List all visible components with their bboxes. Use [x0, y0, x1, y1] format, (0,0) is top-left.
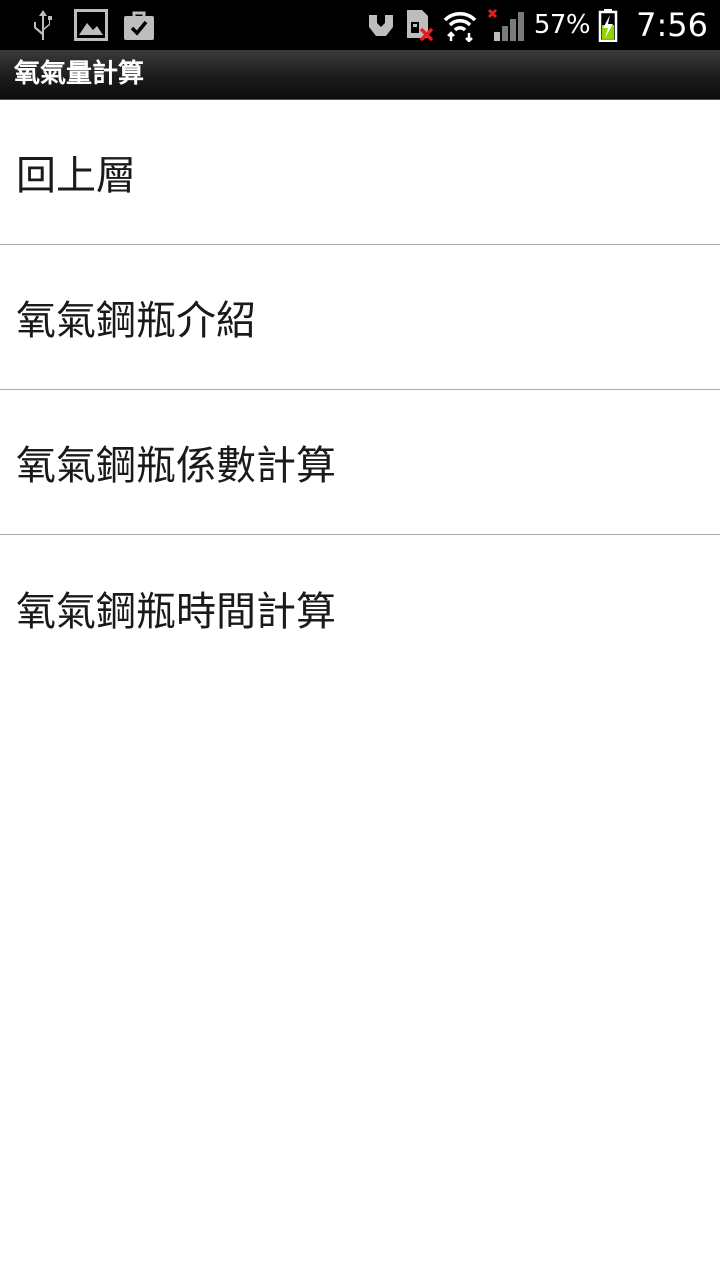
image-icon	[74, 8, 108, 42]
menu-item-cylinder-intro[interactable]: 氧氣鋼瓶介紹	[0, 245, 720, 390]
shopping-bag-check-icon	[122, 8, 156, 42]
battery-percent: 57%	[533, 10, 591, 40]
system-icons: 57% 7:56	[366, 0, 708, 50]
battery-charging-icon	[598, 8, 618, 42]
notification-icons	[26, 6, 156, 44]
usb-icon	[26, 8, 60, 42]
menu-item-back[interactable]: 回上層	[0, 100, 720, 245]
menu-list: 回上層 氧氣鋼瓶介紹 氧氣鋼瓶係數計算 氧氣鋼瓶時間計算	[0, 100, 720, 680]
menu-item-cylinder-factor-calc[interactable]: 氧氣鋼瓶係數計算	[0, 390, 720, 535]
page-title: 氧氣量計算	[14, 59, 145, 89]
wifi-icon	[442, 8, 478, 42]
status-bar: 57% 7:56	[0, 0, 720, 50]
sim-error-icon	[404, 8, 434, 42]
signal-icon	[486, 8, 526, 42]
menu-item-cylinder-time-calc[interactable]: 氧氣鋼瓶時間計算	[0, 535, 720, 680]
vpn-key-icon	[366, 10, 396, 40]
title-bar: 氧氣量計算	[0, 50, 720, 100]
clock: 7:56	[636, 6, 708, 44]
